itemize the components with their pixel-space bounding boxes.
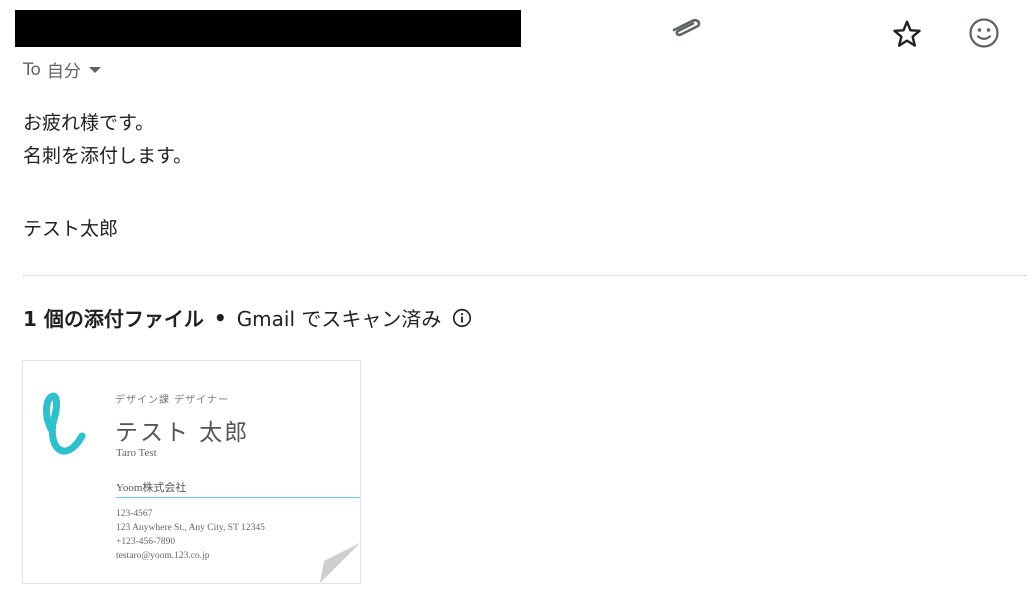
recipient-name: 自分 — [46, 62, 81, 82]
company-logo-icon — [43, 392, 86, 455]
attachment-thumbnail[interactable]: デザイン課 デザイナー テスト 太郎 Taro Test Yoom株式会社 12… — [22, 360, 361, 584]
separator-dot: • — [213, 305, 227, 330]
card-email: testaro@yoom.123.co.jp — [116, 551, 210, 561]
recipient-details-toggle[interactable]: To 自分 — [23, 57, 101, 82]
signature: テスト太郎 — [23, 218, 119, 240]
attachments-heading: 1 個の添付ファイル • Gmail でスキャン済み — [23, 303, 473, 332]
attachments-divider — [23, 275, 1027, 276]
recipient-prefix: To — [23, 59, 41, 80]
card-name: テスト 太郎 — [115, 420, 250, 446]
card-address: 123 Anywhere St., Any City, ST 12345 — [116, 523, 265, 533]
star-icon[interactable] — [891, 18, 923, 50]
info-icon[interactable] — [451, 307, 473, 329]
message-body: お疲れ様です。 名刺を添付します。 — [23, 107, 192, 173]
body-line: お疲れ様です。 — [23, 112, 155, 134]
card-contact-block: 123-4567 123 Anywhere St., Any City, ST … — [116, 507, 265, 563]
card-name-romaji: Taro Test — [116, 447, 157, 459]
card-department: デザイン課 デザイナー — [115, 395, 229, 406]
card-accent-rule — [116, 497, 360, 498]
card-phone: 123-4567 — [116, 509, 153, 519]
paperclip-icon[interactable] — [666, 14, 704, 38]
emoji-icon[interactable] — [966, 15, 1002, 51]
scan-status: Gmail でスキャン済み — [236, 307, 442, 331]
chevron-down-icon[interactable] — [88, 66, 101, 73]
card-company: Yoom株式会社 — [116, 482, 187, 494]
attachment-count: 1 個の添付ファイル — [23, 307, 204, 331]
email-message-view: To 自分 お疲れ様です。 名刺を添付します。 テスト太郎 1 個の添付ファイル… — [0, 0, 1027, 605]
sender-name-redacted — [15, 10, 521, 47]
body-line: 名刺を添付します。 — [23, 145, 193, 167]
page-curl-icon — [320, 543, 360, 583]
card-phone-intl: +123-456-7890 — [116, 537, 176, 547]
